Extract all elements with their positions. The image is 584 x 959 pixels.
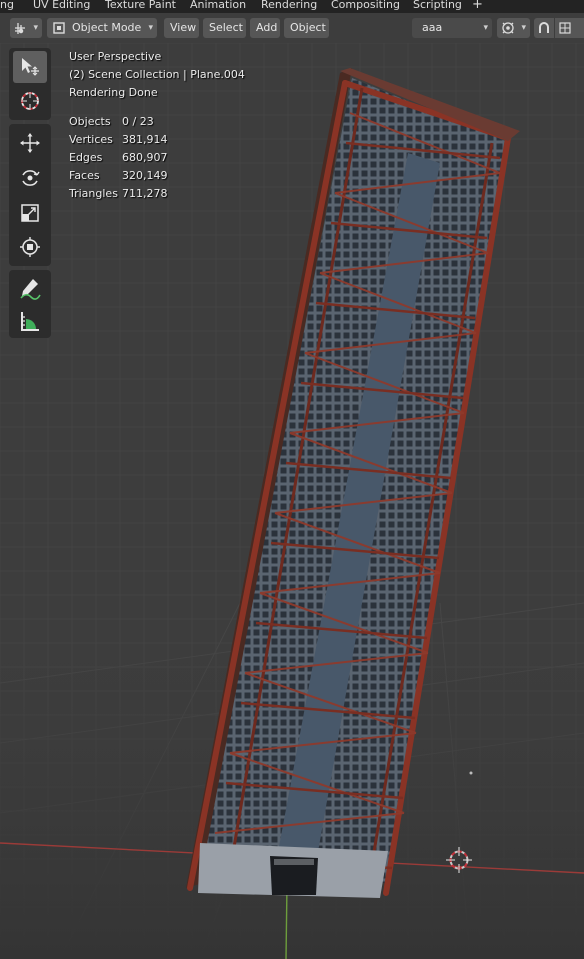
stat-value-edges: 680,907: [122, 151, 168, 164]
cursor-icon: [21, 92, 39, 110]
rotate-tool[interactable]: [13, 162, 47, 194]
add-menu-label: Add: [256, 21, 278, 34]
stat-label-objects: Objects: [69, 115, 111, 128]
transform-icon: [20, 237, 40, 257]
select-box-tool[interactable]: [13, 51, 47, 83]
object-mode-icon: [53, 22, 65, 34]
editor-type-button[interactable]: ▾: [10, 18, 42, 38]
rotate-icon: [22, 170, 40, 186]
annotate-icon: [20, 279, 41, 300]
view-menu-label: View: [170, 21, 197, 34]
snap-toggle[interactable]: [534, 18, 554, 38]
tab-layout-partial[interactable]: ng: [0, 0, 14, 11]
editor-type-icon: [15, 23, 25, 34]
stat-label-faces: Faces: [69, 169, 100, 182]
scene-label: aaa: [422, 21, 443, 34]
tab-animation[interactable]: Animation: [190, 0, 246, 11]
chevron-down-icon: ▾: [33, 23, 38, 33]
render-status: Rendering Done: [69, 86, 158, 99]
stat-value-vertices: 381,914: [122, 133, 168, 146]
tab-compositing[interactable]: Compositing: [331, 0, 400, 11]
perspective-label: User Perspective: [69, 50, 162, 63]
toolbar-group-select: [9, 48, 51, 120]
stat-value-triangles: 711,278: [122, 187, 168, 200]
workspace-tabs-bar: ng UV Editing Texture Paint Animation Re…: [0, 0, 584, 13]
chevron-down-icon: ▾: [483, 23, 488, 33]
stat-value-objects: 0 / 23: [122, 115, 154, 128]
add-menu[interactable]: Add: [250, 18, 280, 38]
select-box-icon: [22, 58, 39, 76]
scale-tool[interactable]: [13, 197, 47, 229]
tab-scripting[interactable]: Scripting: [413, 0, 462, 11]
tab-texture-paint[interactable]: Texture Paint: [105, 0, 176, 11]
snap-options[interactable]: [555, 18, 584, 38]
toolbar-group-transform: [9, 124, 51, 266]
object-menu-label: Object: [290, 21, 326, 34]
object-menu[interactable]: Object: [284, 18, 329, 38]
annotate-tool[interactable]: [13, 272, 47, 304]
select-menu[interactable]: Select: [203, 18, 246, 38]
stat-label-vertices: Vertices: [69, 133, 113, 146]
tab-uv-editing[interactable]: UV Editing: [33, 0, 90, 11]
transform-pivot-button[interactable]: ▾: [497, 18, 530, 38]
collection-label: (2) Scene Collection | Plane.004: [69, 68, 245, 81]
measure-icon: [21, 312, 39, 331]
pivot-icon: [502, 22, 514, 34]
move-tool[interactable]: [13, 127, 47, 159]
snap-grid-icon: [559, 22, 571, 34]
stat-label-edges: Edges: [69, 151, 103, 164]
cursor-tool[interactable]: [13, 85, 47, 117]
stat-label-triangles: Triangles: [69, 187, 118, 200]
3d-viewport[interactable]: User Perspective (2) Scene Collection | …: [0, 43, 584, 959]
chevron-down-icon: ▾: [148, 23, 153, 33]
viewport-header: ▾ Object Mode ▾ View Select Add Object a…: [0, 13, 584, 43]
mode-label: Object Mode: [72, 21, 142, 34]
stat-value-faces: 320,149: [122, 169, 168, 182]
select-menu-label: Select: [209, 21, 243, 34]
mode-dropdown[interactable]: Object Mode ▾: [47, 18, 157, 38]
magnet-icon: [539, 22, 549, 33]
tab-rendering[interactable]: Rendering: [261, 0, 317, 11]
scene-selector[interactable]: aaa ▾: [412, 18, 492, 38]
scale-icon: [21, 204, 39, 222]
toolbar-group-annotate: [9, 270, 51, 338]
measure-tool[interactable]: [13, 305, 47, 337]
view-menu[interactable]: View: [164, 18, 199, 38]
move-icon: [20, 133, 40, 153]
chevron-down-icon: ▾: [521, 23, 526, 33]
transform-tool[interactable]: [13, 231, 47, 263]
add-workspace-button[interactable]: +: [472, 0, 483, 12]
